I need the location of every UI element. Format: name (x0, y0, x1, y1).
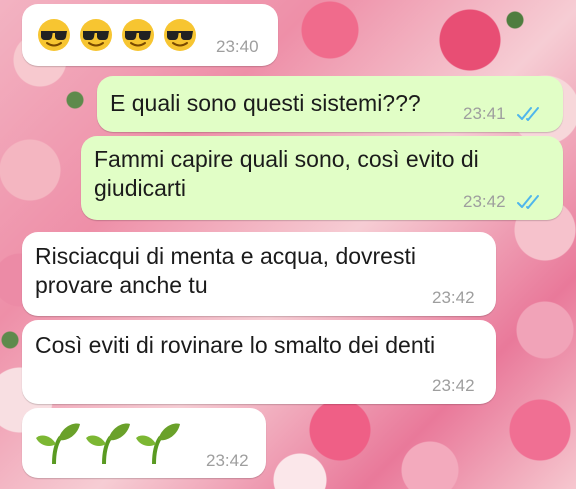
message-text-line: giudicarti (94, 175, 187, 201)
message-bubble-incoming[interactable]: 23:40 (22, 4, 278, 66)
sunglasses-face-icon-row (38, 19, 196, 51)
message-timestamp: 23:42 (432, 288, 475, 307)
read-receipt-icon (517, 195, 539, 209)
message-timestamp: 23:42 (206, 451, 249, 470)
message-text-line: provare anche tu (35, 272, 208, 298)
message-timestamp: 23:42 (463, 192, 506, 211)
read-receipt-icon (517, 107, 539, 121)
message-bubble-outgoing[interactable]: E quali sono questi sistemi??? 23:41 (97, 76, 563, 132)
message-timestamp: 23:42 (432, 376, 475, 395)
message-text: Così eviti di rovinare lo smalto dei den… (35, 332, 436, 358)
message-text: E quali sono questi sistemi??? (110, 90, 421, 116)
seedling-icon (34, 420, 184, 472)
message-timestamp: 23:40 (216, 37, 259, 56)
message-text-line: Risciacqui di menta e acqua, dovresti (35, 243, 416, 269)
chat-area[interactable]: 23:40 E quali sono questi sistemi??? 23:… (0, 0, 576, 489)
message-bubble-incoming[interactable]: Risciacqui di menta e acqua, dovresti pr… (22, 232, 496, 316)
message-bubble-incoming[interactable]: Così eviti di rovinare lo smalto dei den… (22, 320, 496, 404)
message-bubble-outgoing[interactable]: Fammi capire quali sono, così evito di g… (81, 136, 563, 220)
message-timestamp: 23:41 (463, 104, 506, 123)
sunglasses-face-icon (36, 17, 198, 61)
message-bubble-incoming[interactable]: 23:42 (22, 408, 266, 478)
message-text-line: Fammi capire quali sono, così evito di (94, 146, 479, 172)
seedling-icon-row (36, 423, 180, 466)
